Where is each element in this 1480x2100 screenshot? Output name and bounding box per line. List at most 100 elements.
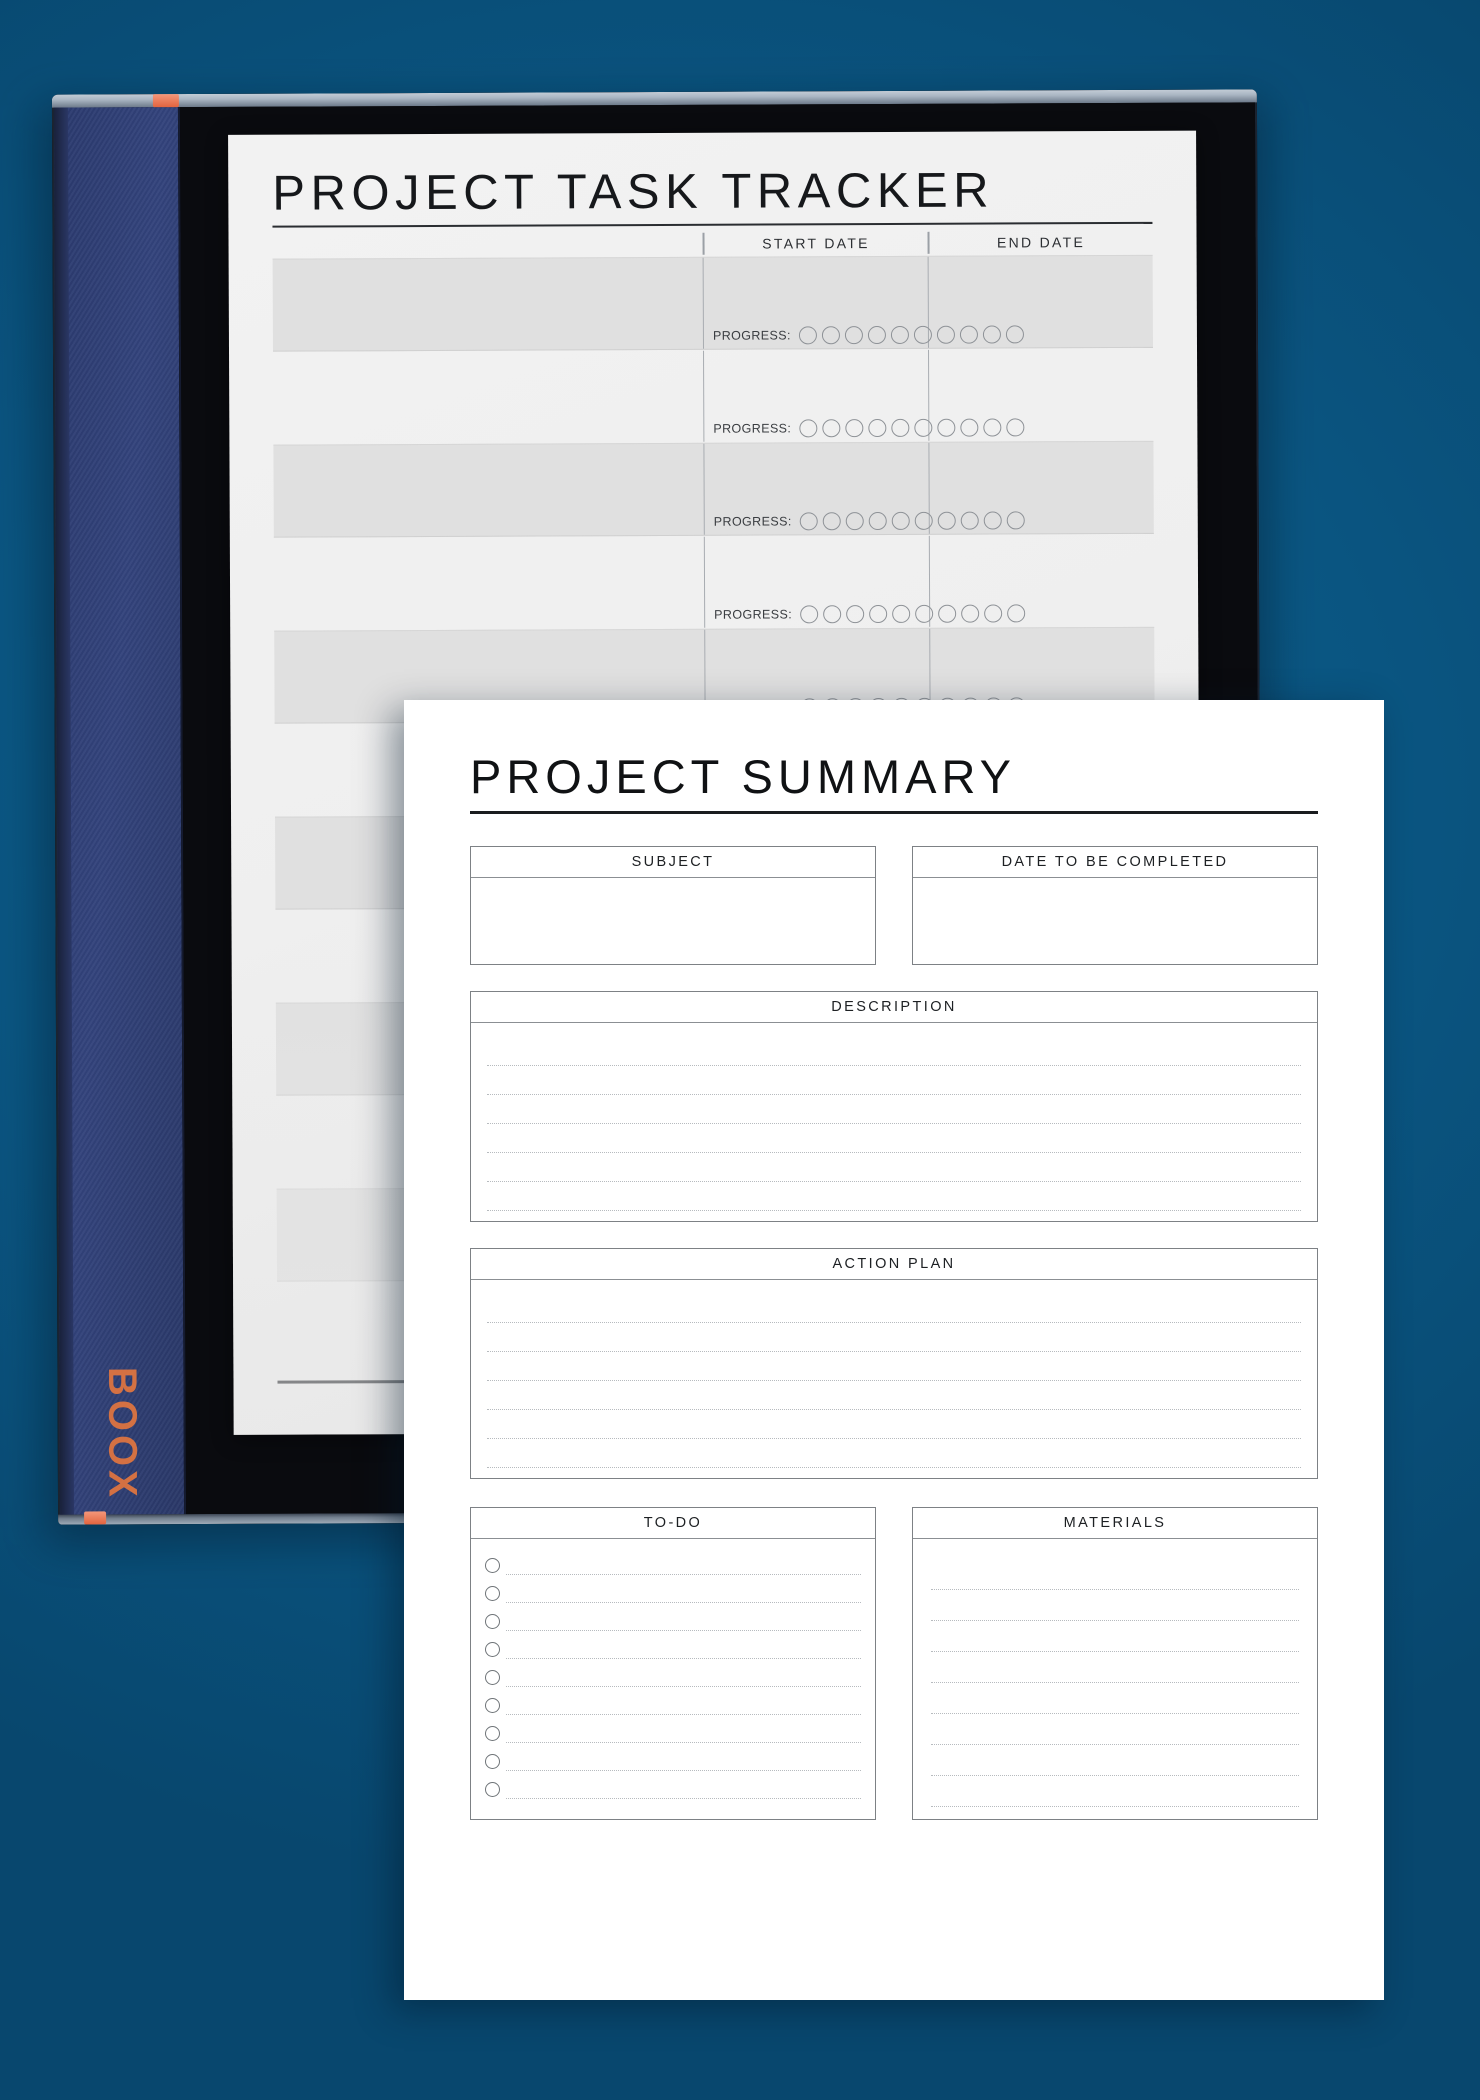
progress-dot[interactable] [800,605,819,624]
progress-dot[interactable] [821,326,840,345]
tracker-row[interactable]: PROGRESS: [272,254,1154,352]
todo-item-line[interactable] [506,1741,861,1743]
todo-checkbox-icon[interactable] [485,1753,500,1769]
todo-checkbox-icon[interactable] [485,1585,500,1601]
todo-item[interactable] [485,1603,861,1631]
progress-dot[interactable] [1007,604,1026,623]
action-plan-input[interactable] [471,1280,1317,1478]
materials-line[interactable] [931,1714,1299,1745]
todo-checkbox-icon[interactable] [485,1557,500,1573]
todo-item-line[interactable] [506,1713,861,1715]
progress-dot[interactable] [983,511,1002,530]
todo-checkbox-icon[interactable] [485,1697,500,1713]
materials-line[interactable] [931,1590,1299,1621]
description-line[interactable] [487,1124,1301,1153]
progress-dot[interactable] [960,418,979,437]
todo-item-line[interactable] [506,1629,861,1631]
materials-line[interactable] [931,1776,1299,1807]
action-plan-line[interactable] [487,1439,1301,1468]
progress-dot[interactable] [799,419,818,438]
todo-item-line[interactable] [506,1685,861,1687]
progress-dot[interactable] [960,511,979,530]
progress-dot[interactable] [982,325,1001,344]
progress-dot[interactable] [938,604,957,623]
todo-checkbox-icon[interactable] [485,1669,500,1685]
progress-dot[interactable] [891,511,910,530]
tracker-task-input[interactable] [273,258,703,351]
tracker-task-input[interactable] [274,537,704,630]
progress-dot[interactable] [913,325,932,344]
description-line[interactable] [487,1182,1301,1211]
progress-dot[interactable] [937,418,956,437]
progress-dot[interactable] [844,326,863,345]
progress-dot[interactable] [846,605,865,624]
progress-dot[interactable] [937,511,956,530]
todo-checkbox-icon[interactable] [485,1613,500,1629]
action-plan-line[interactable] [487,1381,1301,1410]
tracker-row[interactable]: PROGRESS: [273,440,1154,538]
progress-dot[interactable] [867,325,886,345]
description-line[interactable] [487,1037,1301,1066]
description-line[interactable] [487,1066,1301,1095]
progress-dot[interactable] [891,418,910,437]
progress-dot[interactable] [868,418,887,438]
todo-checkbox-icon[interactable] [485,1781,500,1797]
todo-item-line[interactable] [506,1769,861,1771]
todo-item-line[interactable] [506,1601,861,1603]
progress-dot[interactable] [984,604,1003,623]
tracker-task-input[interactable] [273,444,703,537]
progress-dot[interactable] [890,325,909,344]
progress-dot[interactable] [914,511,933,530]
todo-item[interactable] [485,1771,861,1799]
tracker-row[interactable]: PROGRESS: [273,348,1154,445]
progress-dot[interactable] [823,605,842,624]
action-plan-line[interactable] [487,1410,1301,1439]
todo-item-line[interactable] [506,1657,861,1659]
progress-dot[interactable] [822,419,841,438]
progress-dot[interactable] [868,511,887,531]
tracker-row[interactable]: PROGRESS: [274,534,1155,631]
todo-item-line[interactable] [506,1797,861,1799]
progress-dot[interactable] [914,418,933,437]
progress-dot[interactable] [936,325,955,344]
description-line[interactable] [487,1095,1301,1124]
todo-checkbox-icon[interactable] [485,1641,500,1657]
progress-dot[interactable] [1006,511,1025,530]
progress-dot[interactable] [892,604,911,623]
progress-dot[interactable] [983,418,1002,437]
progress-dot[interactable] [822,512,841,531]
progress-dot[interactable] [1006,418,1025,437]
progress-dot[interactable] [959,325,978,344]
description-input[interactable] [471,1023,1317,1221]
todo-item[interactable] [485,1715,861,1743]
progress-dot[interactable] [845,512,864,531]
progress-dot[interactable] [798,326,817,345]
todo-checkbox-icon[interactable] [485,1725,500,1741]
todo-item[interactable] [485,1687,861,1715]
description-line[interactable] [487,1153,1301,1182]
progress-dot[interactable] [799,512,818,531]
materials-line[interactable] [931,1621,1299,1652]
progress-dot[interactable] [869,604,888,624]
action-plan-line[interactable] [487,1294,1301,1323]
materials-line[interactable] [931,1559,1299,1590]
todo-item-line[interactable] [506,1573,861,1575]
todo-item[interactable] [485,1659,861,1687]
materials-line[interactable] [931,1745,1299,1776]
progress-dot[interactable] [915,604,934,623]
action-plan-line[interactable] [487,1323,1301,1352]
tracker-task-input[interactable] [273,351,703,444]
materials-line[interactable] [931,1683,1299,1714]
progress-dot[interactable] [961,604,980,623]
progress-dot[interactable] [845,419,864,438]
action-plan-line[interactable] [487,1352,1301,1381]
progress-dot[interactable] [1005,325,1024,344]
subject-input[interactable] [471,878,875,964]
date-to-be-completed-input[interactable] [913,878,1317,964]
materials-line[interactable] [931,1652,1299,1683]
todo-item[interactable] [485,1743,861,1771]
todo-item[interactable] [485,1547,861,1575]
todo-item[interactable] [485,1631,861,1659]
todo-item[interactable] [485,1575,861,1603]
materials-input[interactable] [913,1539,1317,1819]
